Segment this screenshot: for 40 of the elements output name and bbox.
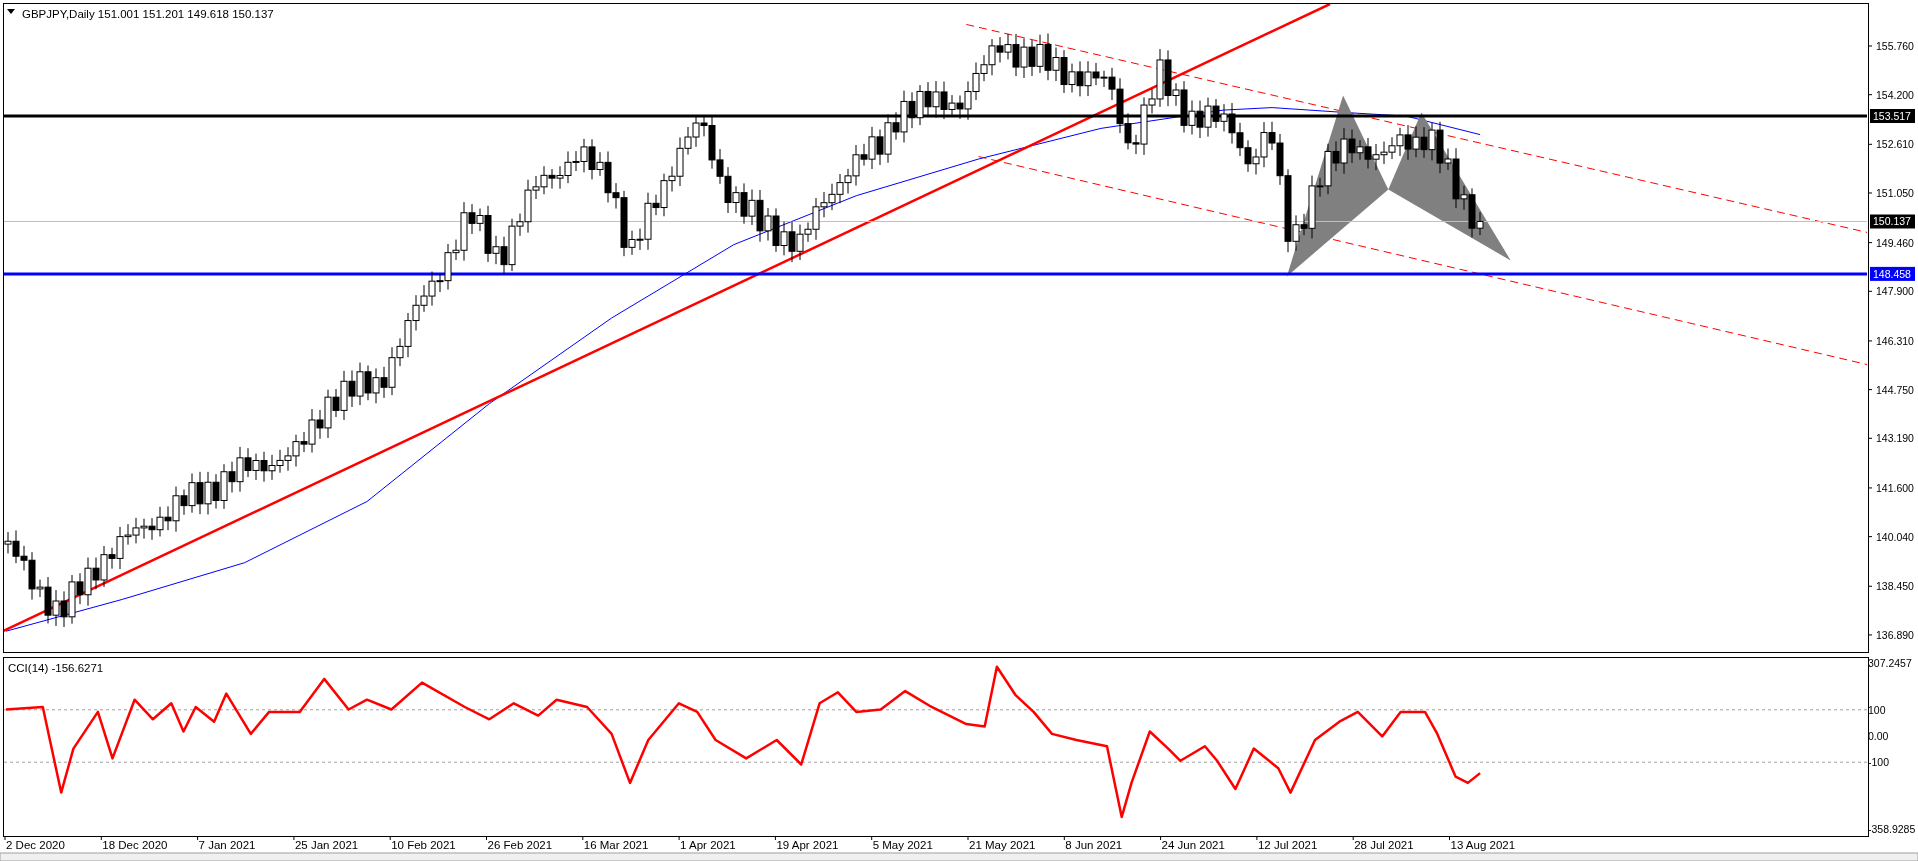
price-axis-label: 141.600 — [1876, 481, 1914, 494]
time-axis-label: 18 Dec 2020 — [102, 839, 168, 851]
chart-symbol-title: GBPJPY,Daily 151.001 151.201 149.618 150.137 — [22, 8, 274, 20]
time-axis-label: 25 Jan 2021 — [294, 839, 359, 851]
time-axis-label: 19 Apr 2021 — [776, 839, 839, 851]
time-axis-label: 10 Feb 2021 — [391, 839, 456, 851]
price-axis-label: 154.200 — [1876, 88, 1914, 101]
indicator-title: CCI(14) -156.6271 — [8, 662, 104, 674]
price-level-text: 153.517 — [1873, 110, 1911, 122]
price-axis-label: 147.900 — [1876, 285, 1914, 298]
indicator-axis-label: -358.9285 — [1868, 823, 1916, 835]
price-axis-label: 151.050 — [1876, 187, 1914, 199]
price-axis-label: 149.460 — [1876, 236, 1914, 249]
time-axis-label: 12 Jul 2021 — [1257, 839, 1318, 851]
indicator-axis-label: 0.00 — [1868, 730, 1889, 742]
indicator-axis-label: -100 — [1868, 756, 1889, 769]
price-level-text: 150.137 — [1873, 215, 1911, 228]
price-axis-label: 144.750 — [1876, 383, 1914, 396]
dropdown-triangle-icon[interactable] — [7, 9, 15, 14]
time-axis-label: 2 Dec 2020 — [6, 839, 65, 851]
price-axis-label: 146.310 — [1876, 334, 1914, 347]
price-axis-label: 140.040 — [1876, 530, 1914, 543]
time-axis-label: 1 Apr 2021 — [680, 839, 736, 851]
time-axis-label: 24 Jun 2021 — [1161, 839, 1225, 851]
time-axis-label: 8 Jun 2021 — [1065, 839, 1123, 851]
price-axis-label: 143.190 — [1876, 432, 1914, 445]
time-axis-label: 16 Mar 2021 — [583, 839, 649, 851]
price-axis-label: 155.760 — [1876, 40, 1914, 52]
price-axis-label: 138.450 — [1876, 580, 1914, 593]
time-axis-label: 7 Jan 2021 — [198, 839, 256, 851]
indicator-axis-label: 307.2457 — [1868, 657, 1912, 669]
price-axis-label: 136.890 — [1876, 628, 1914, 641]
time-axis-label: 13 Aug 2021 — [1450, 839, 1516, 851]
indicator-axis-label: 100 — [1868, 703, 1886, 716]
price-axis-label: 152.610 — [1876, 138, 1914, 151]
time-axis-label: 28 Jul 2021 — [1354, 839, 1414, 851]
time-axis-label: 26 Feb 2021 — [487, 839, 553, 851]
price-level-text: 148.458 — [1873, 267, 1911, 280]
time-axis-label: 21 May 2021 — [969, 839, 1036, 851]
time-axis-label: 5 May 2021 — [872, 839, 933, 851]
